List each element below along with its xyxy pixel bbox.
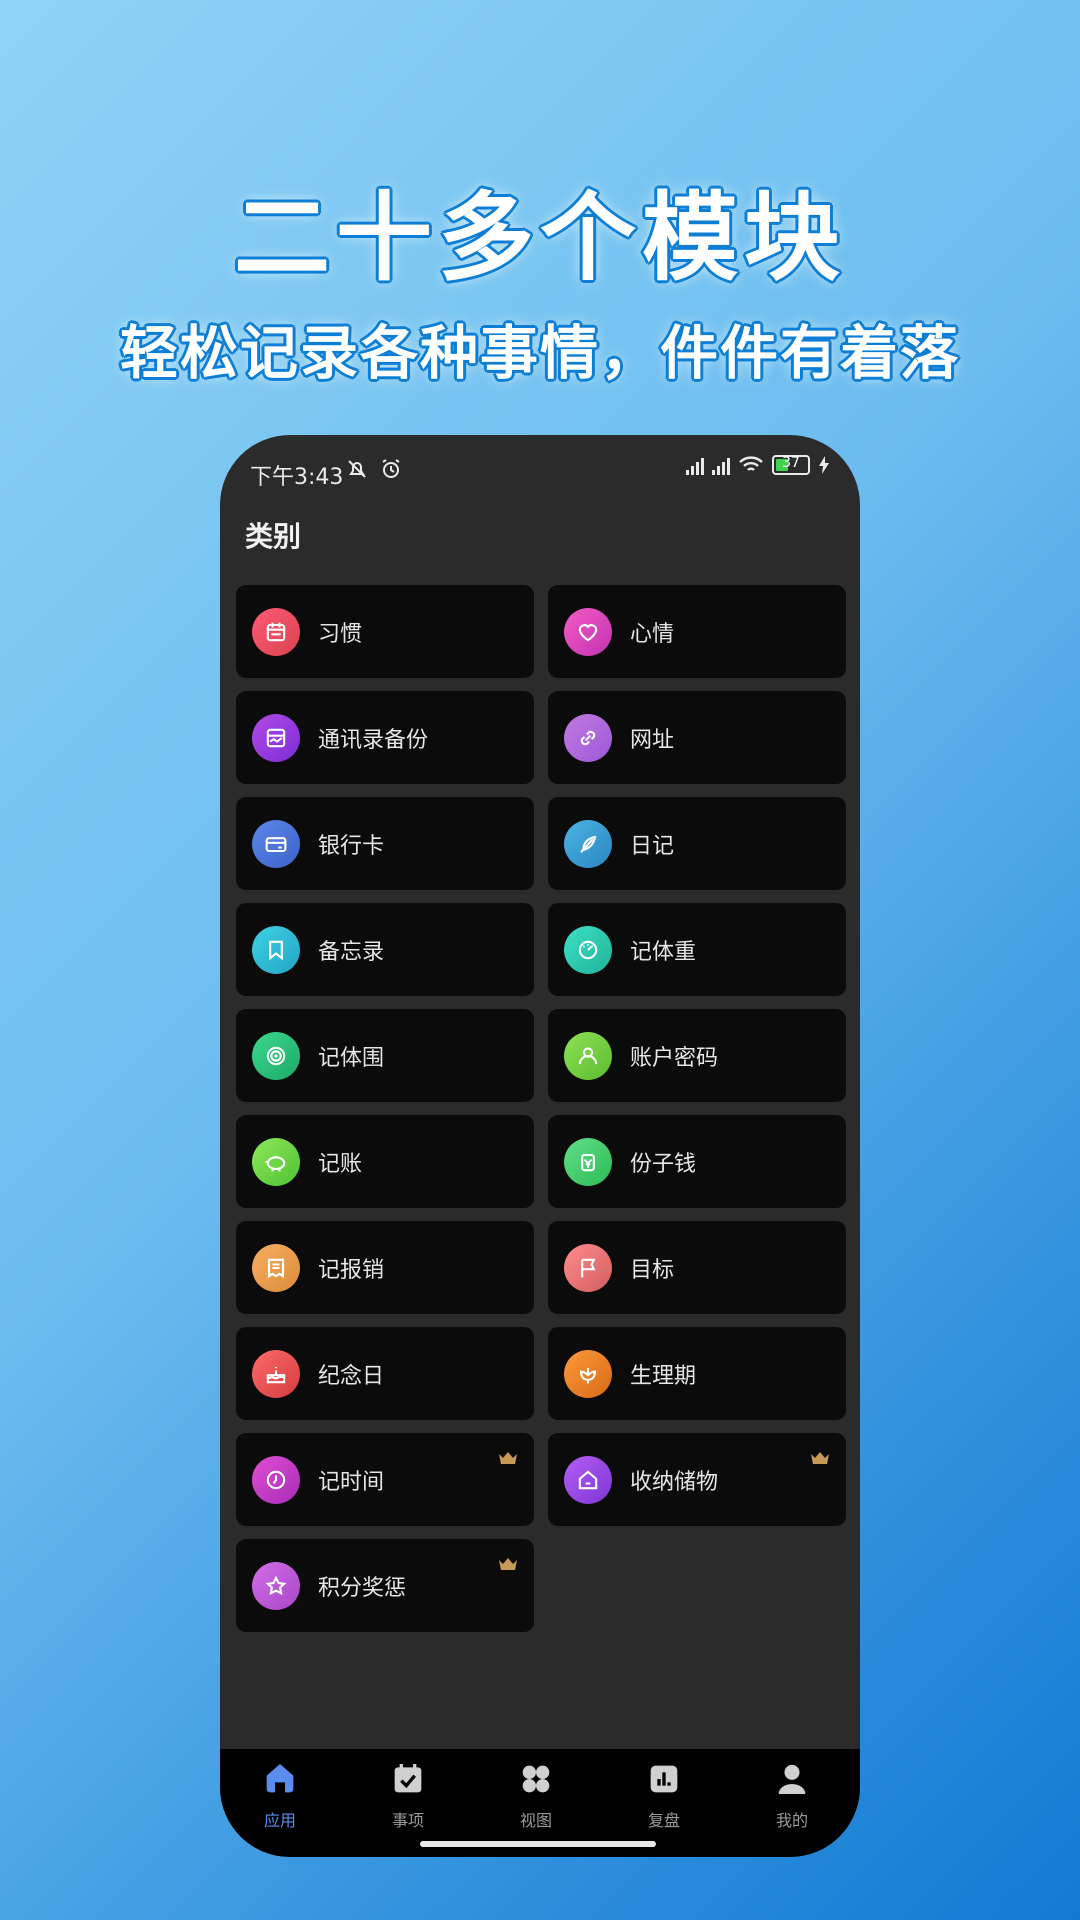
home-box-icon [564,1455,612,1504]
alarm-icon [382,459,400,478]
battery-icon: 37 [772,455,810,475]
status-bar: 下午3:43 37 [220,435,860,507]
module-label: 备忘录 [318,939,385,965]
module-card[interactable]: 日记 [548,797,846,890]
tab-label: 复盘 [647,1811,680,1830]
module-card[interactable]: 习惯 [236,585,534,678]
module-card[interactable]: 生理期 [548,1327,846,1420]
charging-icon [819,456,829,474]
module-label: 记时间 [318,1469,385,1495]
tab-2[interactable]: 事项 [358,1759,458,1831]
module-card[interactable]: 账户密码 [548,1009,846,1102]
module-label: 积分奖惩 [318,1575,407,1601]
module-label: 记报销 [318,1257,385,1283]
calendar-icon [252,607,300,656]
tab-label: 视图 [519,1811,552,1830]
clock-icon [252,1455,300,1504]
contacts-icon [252,713,300,762]
calendar-check-icon [394,1764,422,1793]
module-label: 记体重 [630,939,697,965]
crown-icon [499,1558,517,1570]
module-card[interactable]: 网址 [548,691,846,784]
bookmark-icon [252,925,300,974]
module-label: 日记 [630,833,675,859]
module-label: 收纳储物 [630,1469,719,1495]
tab-3[interactable]: 视图 [486,1759,586,1831]
user-icon [564,1031,612,1080]
module-card[interactable]: 心情 [548,585,846,678]
module-label: 份子钱 [630,1151,697,1177]
module-label: 银行卡 [318,833,385,859]
module-label: 网址 [630,727,675,753]
tab-label: 应用 [263,1811,296,1830]
signal-2-icon [712,455,730,475]
crown-icon [499,1452,517,1464]
module-grid: 习惯 心情通讯录备份 网址银行卡 日记备忘录 记体重记体围 账户密码记账 份子钱记报销 目标纪… [236,585,846,1632]
link-icon [564,713,612,762]
crown-icon [811,1452,829,1464]
phone-screen: 下午3:43 37 类别 习惯 心情通讯录备份 网址银行卡 日记备忘录 记体重记体围 账户… [220,435,860,1857]
grid-icon [522,1765,550,1793]
chart-icon [650,1765,678,1793]
module-label: 记账 [318,1151,363,1177]
signal-1-icon [686,455,704,475]
battery-level: 37 [782,455,800,471]
mute-bell-icon [348,460,366,478]
module-card[interactable]: 收纳储物 [548,1433,846,1526]
promo-title: 二十多个模块 [234,182,846,294]
module-card[interactable]: 纪念日 [236,1327,534,1420]
module-card[interactable]: 银行卡 [236,797,534,890]
tab-label: 事项 [391,1811,424,1830]
module-card[interactable]: 记账 [236,1115,534,1208]
promo-subtitle: 轻松记录各种事情，件件有着落 [119,319,960,387]
star-icon [252,1561,300,1610]
module-card[interactable]: 记体围 [236,1009,534,1102]
module-label: 心情 [630,621,675,647]
page-title: 类别 [245,520,302,553]
tab-4[interactable]: 复盘 [614,1759,714,1831]
tab-5[interactable]: 我的 [742,1759,842,1831]
receipt-icon [252,1243,300,1292]
status-time: 下午3:43 [250,465,344,490]
money-jar-icon [564,1137,612,1186]
tab-label: 我的 [775,1811,808,1830]
module-label: 习惯 [318,621,363,647]
module-label: 生理期 [630,1363,697,1389]
module-card[interactable]: 记体重 [548,903,846,996]
module-card[interactable]: 份子钱 [548,1115,846,1208]
module-card[interactable]: 通讯录备份 [236,691,534,784]
module-card[interactable]: 记时间 [236,1433,534,1526]
module-card[interactable]: 记报销 [236,1221,534,1314]
wifi-icon [739,456,763,471]
module-card[interactable]: 备忘录 [236,903,534,996]
module-label: 账户密码 [630,1045,719,1071]
module-label: 记体围 [318,1045,385,1071]
person-icon [778,1764,806,1794]
module-label: 目标 [630,1257,675,1283]
card-icon [252,819,300,868]
module-card[interactable]: 积分奖惩 [236,1539,534,1632]
heart-icon [564,607,612,656]
target-icon [252,1031,300,1080]
module-card[interactable]: 目标 [548,1221,846,1314]
home-indicator[interactable] [420,1841,656,1847]
scale-icon [564,925,612,974]
house-icon [266,1764,294,1793]
piggybank-icon [252,1137,300,1186]
module-label: 通讯录备份 [318,727,429,753]
feather-icon [564,819,612,868]
flower-icon [564,1349,612,1398]
tab-1[interactable]: 应用 [230,1759,330,1831]
flag-icon [564,1243,612,1292]
cake-icon [252,1349,300,1398]
module-label: 纪念日 [318,1363,385,1389]
